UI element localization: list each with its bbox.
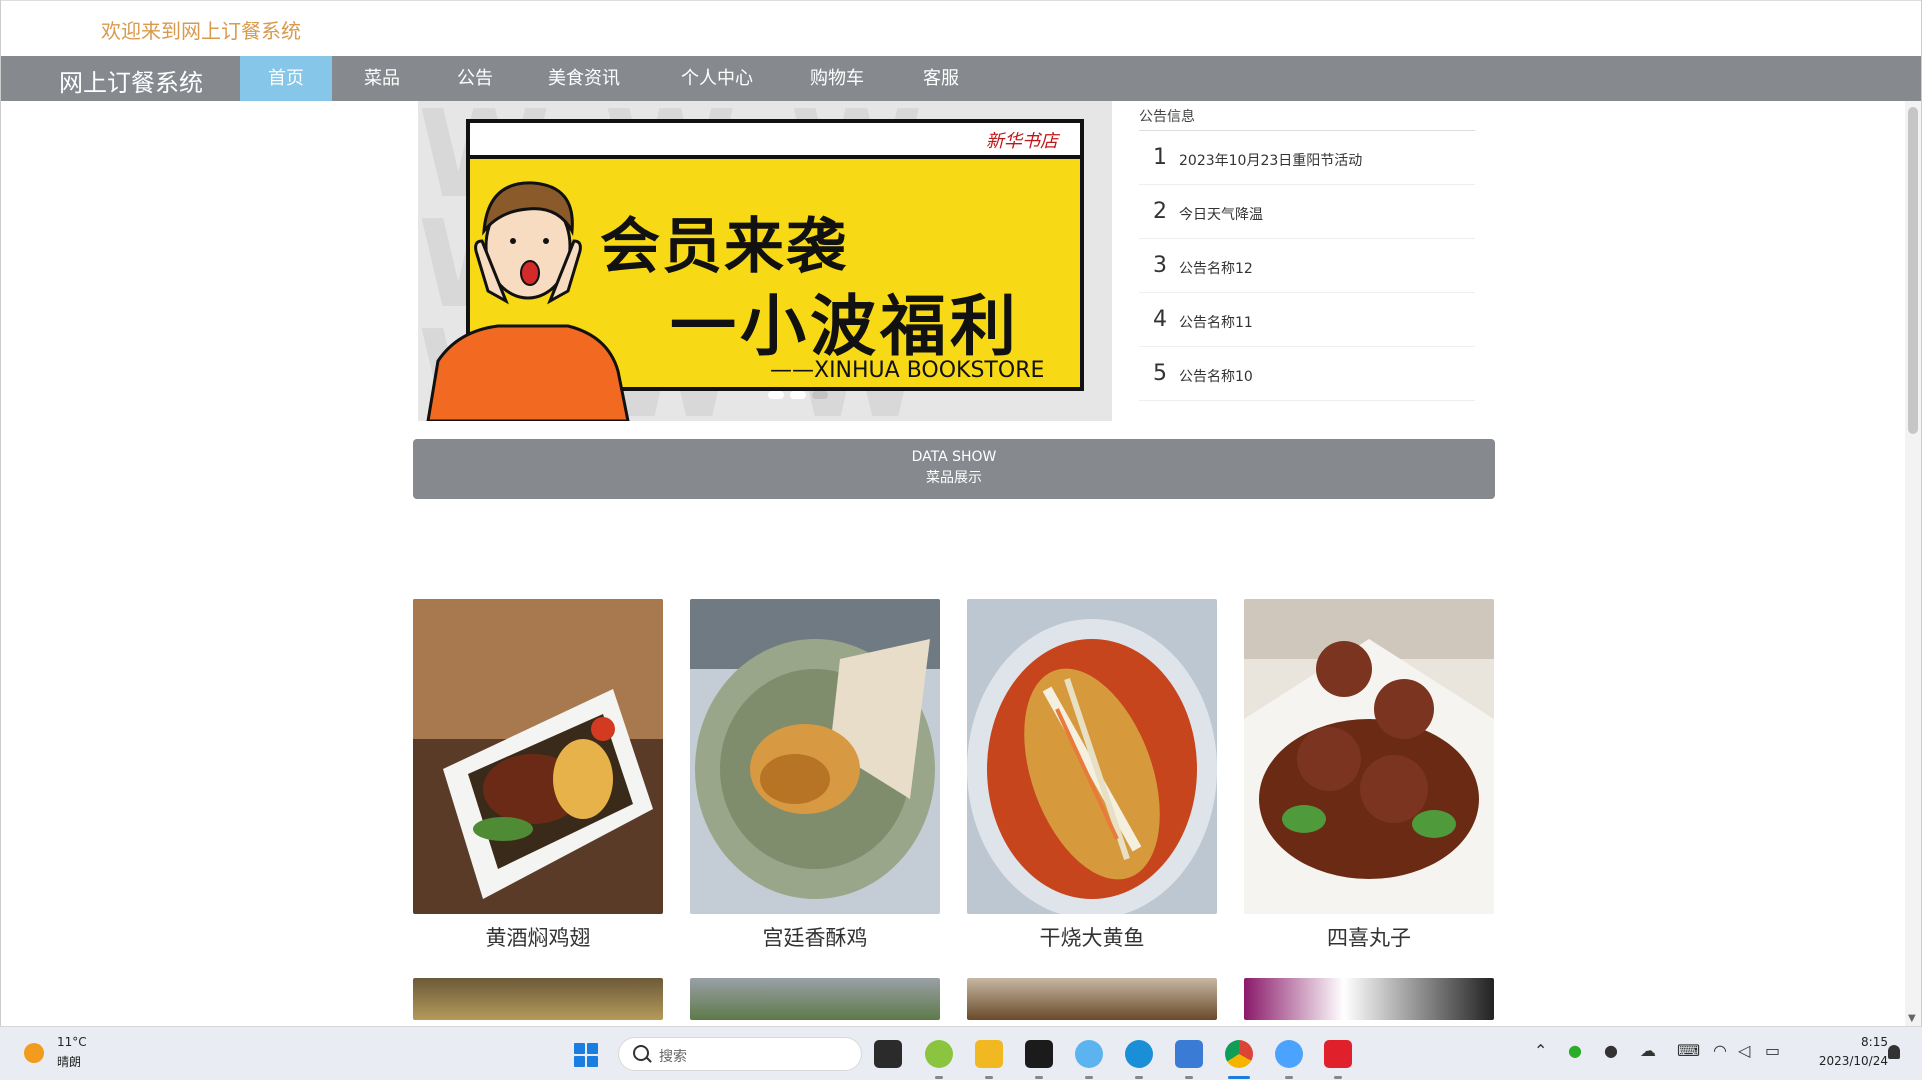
dish-photo[interactable] [413, 978, 663, 1020]
file-explorer-icon[interactable] [975, 1040, 1003, 1068]
main-nav: 网上订餐系统 首页 菜品 公告 美食资讯 个人中心 购物车 客服 [1, 56, 1921, 101]
dish-photo[interactable] [1244, 599, 1494, 914]
poster-header-strip: 新华书店 [470, 123, 1080, 159]
site-brand[interactable]: 网上订餐系统 [59, 63, 203, 98]
nav-cart[interactable]: 购物车 [793, 56, 881, 101]
dish-card[interactable]: 干烧大黄鱼 [967, 599, 1217, 952]
input-method-icon[interactable]: ⌨ [1677, 1041, 1700, 1060]
os-taskbar: 11°C 晴朗 搜索 ⌃ ● ● ☁ ⌨ ◠ ◁ ▭ 8:15 2023/10/… [0, 1026, 1922, 1080]
running-indicator [935, 1076, 943, 1079]
page-scrollbar[interactable]: ▼ [1905, 101, 1921, 1026]
dish-card[interactable]: 四喜丸子 [1244, 599, 1494, 952]
running-indicator [1085, 1076, 1093, 1079]
scroll-down-arrow-icon[interactable]: ▼ [1908, 1013, 1916, 1024]
nav-notices[interactable]: 公告 [431, 56, 519, 101]
nav-dishes[interactable]: 菜品 [342, 56, 422, 101]
notice-number: 4 [1153, 307, 1167, 332]
carousel-dot[interactable] [768, 391, 784, 399]
search-placeholder: 搜索 [659, 1049, 687, 1065]
notice-link[interactable]: 公告名称10 [1179, 366, 1253, 386]
notice-panel: 公告信息 1 2023年10月23日重阳节活动 2 今日天气降温 3 公告名称1… [1139, 106, 1475, 401]
app-icon[interactable] [1275, 1040, 1303, 1068]
cloud-icon[interactable]: ☁ [1640, 1041, 1656, 1060]
task-view-icon[interactable] [874, 1040, 902, 1068]
poster-signature: ——XINHUA BOOKSTORE [770, 358, 1045, 383]
app-icon[interactable] [1075, 1040, 1103, 1068]
dish-card[interactable]: 宫廷香酥鸡 [690, 599, 940, 952]
edge-browser-icon[interactable] [1125, 1040, 1153, 1068]
top-welcome-bar: 欢迎来到网上订餐系统 [1, 0, 1921, 56]
chrome-browser-icon[interactable] [1225, 1040, 1253, 1068]
carousel-dot[interactable] [790, 391, 806, 399]
scrollbar-thumb[interactable] [1908, 107, 1918, 434]
qq-icon[interactable]: ● [1604, 1041, 1618, 1060]
dish-photo[interactable] [690, 599, 940, 914]
dish-photo[interactable] [1244, 978, 1494, 1020]
welcome-text: 欢迎来到网上订餐系统 [101, 19, 301, 43]
notice-number: 2 [1153, 199, 1167, 224]
clock-time[interactable]: 8:15 [1846, 1035, 1888, 1049]
notice-link[interactable]: 今日天气降温 [1179, 204, 1263, 224]
notice-item[interactable]: 5 公告名称10 [1139, 347, 1475, 401]
carousel-indicators [768, 384, 834, 403]
nav-home[interactable]: 首页 [240, 56, 332, 101]
dish-photo[interactable] [967, 599, 1217, 914]
running-indicator [985, 1076, 993, 1079]
data-show-title-en: DATA SHOW [911, 449, 997, 465]
notice-number: 3 [1153, 253, 1167, 278]
dish-name[interactable]: 黄酒焖鸡翅 [413, 922, 663, 952]
data-show-header: DATA SHOW 菜品展示 [413, 439, 1495, 499]
notice-panel-title: 公告信息 [1139, 106, 1475, 131]
notice-link[interactable]: 公告名称11 [1179, 312, 1253, 332]
running-indicator [1135, 1076, 1143, 1079]
dish-photo[interactable] [413, 599, 663, 914]
wifi-icon[interactable]: ◠ [1713, 1041, 1727, 1060]
weather-description[interactable]: 晴朗 [57, 1053, 81, 1070]
bookstore-logo: 新华书店 [986, 131, 1058, 152]
active-app-indicator [1228, 1076, 1250, 1079]
notice-item[interactable]: 2 今日天气降温 [1139, 185, 1475, 239]
banner-carousel[interactable]: W W WW W WW W W 新华书店 会员来袭 一小波福利 ——XINHUA… [418, 101, 1112, 421]
taskbar-search[interactable]: 搜索 [618, 1037, 862, 1071]
carousel-dot[interactable] [812, 391, 828, 399]
windows-start-icon[interactable] [574, 1043, 598, 1067]
weather-temperature[interactable]: 11°C [57, 1035, 87, 1049]
running-indicator [1185, 1076, 1193, 1079]
running-indicator [1285, 1076, 1293, 1079]
browser-viewport: 欢迎来到网上订餐系统 网上订餐系统 首页 菜品 公告 美食资讯 个人中心 购物车… [0, 0, 1922, 1026]
nav-customer-service[interactable]: 客服 [903, 56, 979, 101]
notice-item[interactable]: 4 公告名称11 [1139, 293, 1475, 347]
dish-name[interactable]: 宫廷香酥鸡 [690, 922, 940, 952]
wechat-icon[interactable]: ● [1568, 1041, 1582, 1060]
running-indicator [1035, 1076, 1043, 1079]
app-icon[interactable] [925, 1040, 953, 1068]
notice-link[interactable]: 2023年10月23日重阳节活动 [1179, 150, 1362, 170]
weather-sun-icon[interactable] [24, 1043, 44, 1063]
chevron-up-icon[interactable]: ⌃ [1534, 1041, 1547, 1060]
battery-icon[interactable]: ▭ [1765, 1041, 1780, 1060]
dish-photo[interactable] [690, 978, 940, 1020]
dish-card[interactable]: 黄酒焖鸡翅 [413, 599, 663, 952]
notice-link[interactable]: 公告名称12 [1179, 258, 1253, 278]
clock-date[interactable]: 2023/10/24 [1802, 1054, 1888, 1068]
intellij-idea-icon[interactable] [1025, 1040, 1053, 1068]
dish-name[interactable]: 四喜丸子 [1244, 922, 1494, 952]
nav-user-center[interactable]: 个人中心 [665, 56, 769, 101]
notification-bell-icon[interactable] [1888, 1045, 1900, 1059]
notice-number: 5 [1153, 361, 1167, 386]
notice-number: 1 [1153, 145, 1167, 170]
notice-item[interactable]: 1 2023年10月23日重阳节活动 [1139, 131, 1475, 185]
running-indicator [1334, 1076, 1342, 1079]
poster-headline-2: 一小波福利 [670, 288, 1020, 365]
dish-name[interactable]: 干烧大黄鱼 [967, 922, 1217, 952]
notice-item[interactable]: 3 公告名称12 [1139, 239, 1475, 293]
cartoon-person-illustration [426, 181, 630, 421]
search-icon [633, 1045, 649, 1061]
wps-office-icon[interactable] [1324, 1040, 1352, 1068]
notepad-icon[interactable] [1175, 1040, 1203, 1068]
data-show-title-cn: 菜品展示 [926, 470, 982, 486]
volume-icon[interactable]: ◁ [1738, 1041, 1750, 1060]
nav-food-news[interactable]: 美食资讯 [529, 56, 639, 101]
dish-photo[interactable] [967, 978, 1217, 1020]
